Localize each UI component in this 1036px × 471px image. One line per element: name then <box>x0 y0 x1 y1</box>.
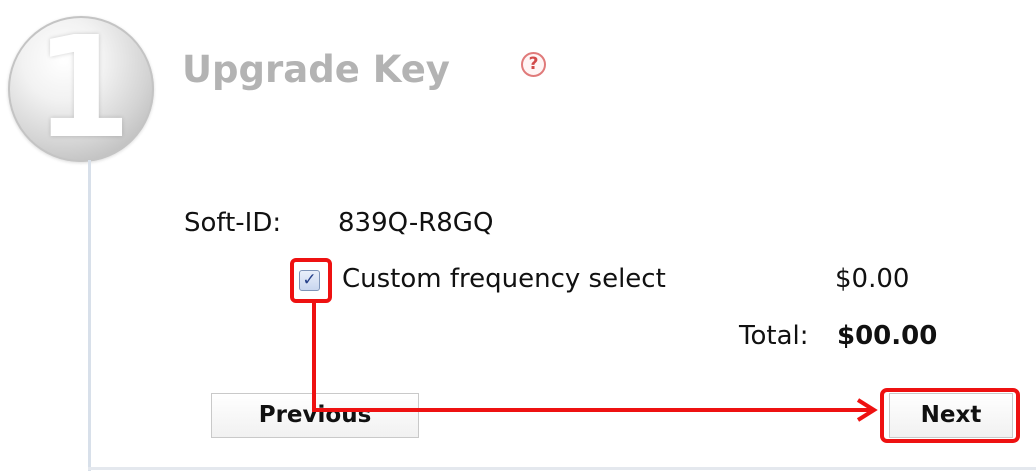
annotation-arrow-head <box>856 398 878 422</box>
total-label: Total: <box>739 321 809 351</box>
custom-frequency-label: Custom frequency select <box>342 264 666 294</box>
previous-button[interactable]: Previous <box>211 393 419 438</box>
custom-frequency-price: $0.00 <box>835 264 910 294</box>
annotation-highlight-next <box>880 388 1020 443</box>
step-number-badge: 1 <box>8 16 154 162</box>
softid-value: 839Q-R8GQ <box>338 208 494 238</box>
section-title: Upgrade Key <box>182 48 450 91</box>
total-value: $00.00 <box>837 321 938 351</box>
softid-label: Soft-ID: <box>184 208 282 238</box>
help-icon[interactable]: ? <box>521 52 546 77</box>
step-number: 1 <box>34 16 131 162</box>
annotation-highlight-checkbox <box>290 258 332 303</box>
upgrade-key-step: 1 Upgrade Key ? Soft-ID: 839Q-R8GQ ✓ Cus… <box>0 0 1036 471</box>
section-bottom-divider <box>88 467 1036 470</box>
step-connector-line <box>88 160 91 471</box>
